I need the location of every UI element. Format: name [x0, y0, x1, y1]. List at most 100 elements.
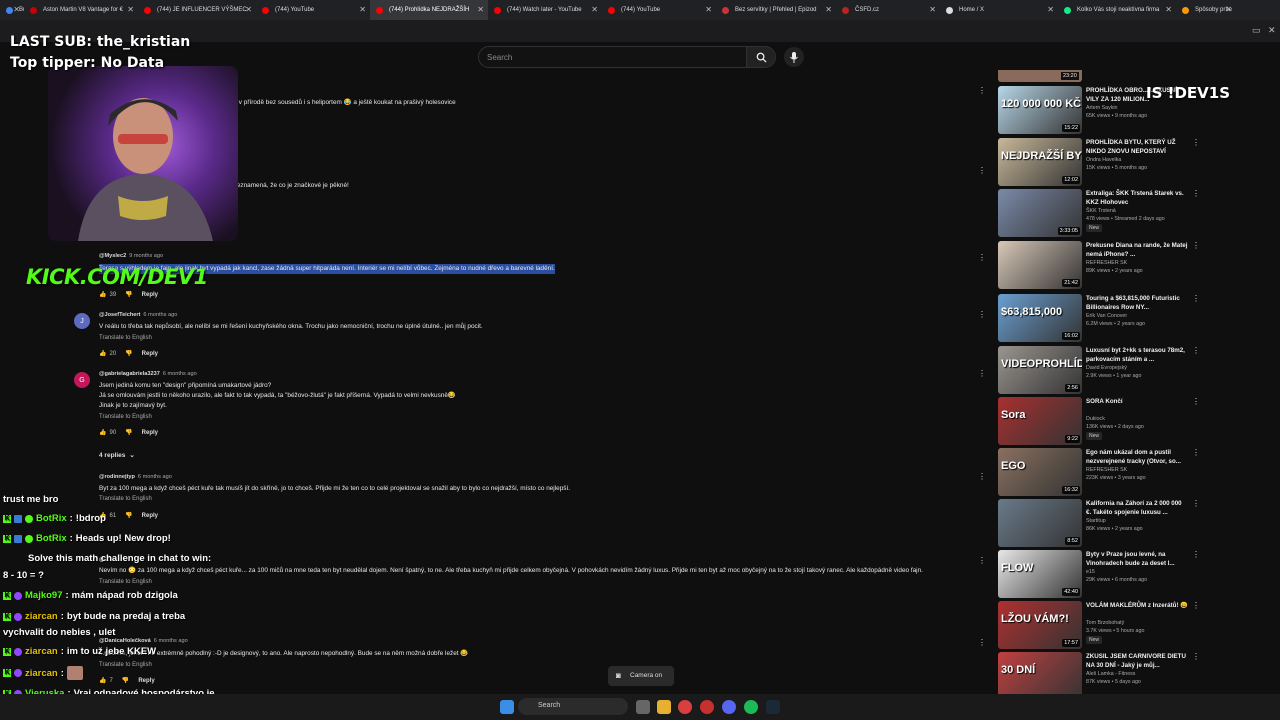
dislike-icon[interactable]: 👎	[122, 677, 129, 684]
recommended-video[interactable]: 8:52 Kalifornia na Záhorí za 2 000 000 €.…	[998, 499, 1208, 547]
channel-name[interactable]: REFRESHER SK	[1086, 467, 1127, 473]
tab-close-icon[interactable]: ✕	[705, 5, 712, 14]
replies-toggle[interactable]: 4 replies ⌄	[99, 451, 135, 459]
dislike-icon[interactable]: 👎	[125, 350, 132, 357]
video-thumbnail[interactable]: NEJDRAŽŠÍ BYT 12:02	[998, 138, 1082, 186]
video-title[interactable]: Extraliga: ŠKK Trstená Starek vs. KKZ Hl…	[1086, 189, 1188, 207]
tab-close-icon[interactable]: ✕	[591, 5, 598, 14]
comment-author-name[interactable]: @JosefTeichert	[99, 312, 140, 318]
more-options-icon[interactable]: ⋮	[978, 556, 986, 565]
tab-close-icon[interactable]: ✕	[1165, 5, 1172, 14]
comment-author[interactable]: @JosefTeichert 6 months ago	[99, 312, 177, 318]
browser-tab[interactable]: (744) YouTube ✕	[256, 0, 370, 20]
more-options-icon[interactable]: ⋮	[1192, 499, 1200, 508]
video-title[interactable]: PROHLÍDKA BYTU, KTERÝ UŽ NIKDO ZNOVU NEP…	[1086, 138, 1188, 156]
recommended-video[interactable]: $63,815,000 16:02 Touring a $63,815,000 Fu…	[998, 294, 1208, 342]
dislike-icon[interactable]: 👎	[125, 429, 132, 436]
more-options-icon[interactable]: ⋮	[1192, 448, 1200, 457]
channel-name[interactable]: Dukiock	[1086, 416, 1105, 422]
more-options-icon[interactable]: ⋮	[1192, 397, 1200, 406]
video-title[interactable]: Luxusní byt 2+kk s terasou 78m2, parkova…	[1086, 346, 1188, 364]
browser-tab[interactable]: Kolko Vás stojí neaktívna firma ✕	[1058, 0, 1176, 20]
browser-tab[interactable]: Buy✕	[0, 0, 24, 20]
video-title[interactable]: Byty v Praze jsou levné, na Vinohradech …	[1086, 550, 1188, 568]
chrome-icon[interactable]	[678, 700, 692, 714]
like-icon[interactable]: 👍	[99, 350, 106, 357]
more-options-icon[interactable]: ⋮	[978, 369, 986, 378]
video-title[interactable]: Ego nám ukázal dom a pustil nezverejnené…	[1086, 448, 1188, 466]
video-title[interactable]: Touring a $63,815,000 Futuristic Billion…	[1086, 294, 1188, 312]
more-options-icon[interactable]: ⋮	[978, 472, 986, 481]
discord-icon[interactable]	[722, 700, 736, 714]
comment-author-name[interactable]: @rodinnejtyp	[99, 474, 135, 480]
like-icon[interactable]: 👍	[99, 429, 106, 436]
video-title[interactable]: SORA Končí	[1086, 397, 1188, 406]
tab-close-icon[interactable]: ✕	[1225, 5, 1232, 14]
video-thumbnail[interactable]: VIDEOPROHLÍDKA 2:56	[998, 346, 1082, 394]
channel-name[interactable]: Startitup	[1086, 518, 1106, 524]
channel-name[interactable]: David Evropejský	[1086, 365, 1127, 371]
video-title[interactable]: Kalifornia na Záhorí za 2 000 000 €. Tak…	[1086, 499, 1188, 517]
reply-button[interactable]: Reply	[142, 430, 158, 436]
more-options-icon[interactable]: ⋮	[978, 253, 986, 262]
more-options-icon[interactable]: ⋮	[1192, 241, 1200, 250]
file-explorer-icon[interactable]	[657, 700, 671, 714]
voice-search-button[interactable]	[784, 47, 804, 67]
recommended-video[interactable]: 30 DNÍ ZKUSIL JSEM CARNIVORE DIETU NA 30 …	[998, 652, 1208, 700]
search-button[interactable]	[746, 46, 776, 68]
recommended-video[interactable]: LŽOU VÁM?! 17:57 VOLÁM MAKLÉRŮM z Inzerátů…	[998, 601, 1208, 649]
browser-tab[interactable]: Aston Martin V8 Vantage for € ✕	[24, 0, 138, 20]
video-thumbnail[interactable]: EGO 16:32	[998, 448, 1082, 496]
more-options-icon[interactable]: ⋮	[978, 166, 986, 175]
more-options-icon[interactable]: ⋮	[1192, 294, 1200, 303]
translate-link[interactable]: Translate to English	[99, 496, 152, 502]
channel-name[interactable]: Tom Brzobohatý	[1086, 620, 1124, 626]
spotify-icon[interactable]	[744, 700, 758, 714]
translate-link[interactable]: Translate to English	[99, 414, 152, 420]
search-input[interactable]: Search	[478, 46, 748, 68]
recommended-video[interactable]: EGO 16:32 Ego nám ukázal dom a pustil nezv…	[998, 448, 1208, 496]
video-thumbnail[interactable]: 30 DNÍ	[998, 652, 1082, 700]
recommended-video[interactable]: 3:33:05 Extraliga: ŠKK Trstená Starek vs.…	[998, 189, 1208, 237]
recommended-video[interactable]: NEJDRAŽŠÍ BYT 12:02 PROHLÍDKA BYTU, KTERÝ …	[998, 138, 1208, 186]
reply-button[interactable]: Reply	[142, 351, 158, 357]
comment-author-name[interactable]: @gabrielagabriela3237	[99, 371, 160, 377]
translate-link[interactable]: Translate to English	[99, 662, 152, 668]
more-options-icon[interactable]: ⋮	[978, 310, 986, 319]
reply-button[interactable]: Reply	[138, 678, 154, 684]
browser-tab[interactable]: ČSFD.cz ✕	[836, 0, 940, 20]
recommended-video[interactable]: VIDEOPROHLÍDKA 2:56 Luxusní byt 2+kk s ter…	[998, 346, 1208, 394]
channel-name[interactable]: e15	[1086, 569, 1095, 575]
recommended-video[interactable]: Sora 9:22 SORA Končí Dukiock 136K views • 2 …	[998, 397, 1208, 445]
tab-close-icon[interactable]: ✕	[13, 5, 20, 14]
comment-author[interactable]: @rodinnejtyp 6 months ago	[99, 474, 172, 480]
channel-name[interactable]: REFRESHER SK	[1086, 260, 1127, 266]
more-options-icon[interactable]: ⋮	[1192, 346, 1200, 355]
comment-author[interactable]: @DanicaHolečková 6 months ago	[99, 638, 188, 644]
channel-name[interactable]: Erik Van Conover	[1086, 313, 1127, 319]
browser-tab[interactable]: (744) Prohlídka NEJDRAŽŠÍH ✕	[370, 0, 488, 20]
video-thumbnail[interactable]: FLOW 42:40	[998, 550, 1082, 598]
tab-close-icon[interactable]: ✕	[1047, 5, 1054, 14]
channel-name[interactable]: Aleš Lamka - Fitness	[1086, 671, 1135, 677]
commenter-avatar[interactable]: J	[74, 313, 90, 329]
more-options-icon[interactable]: ⋮	[1192, 550, 1200, 559]
reply-button[interactable]: Reply	[142, 513, 158, 519]
tab-close-icon[interactable]: ✕	[825, 5, 832, 14]
recommended-video[interactable]: FLOW 42:40 Byty v Praze jsou levné, na Vin…	[998, 550, 1208, 598]
browser-tab[interactable]: (744) JE INFLUENCER VÝŠMEC ✕	[138, 0, 256, 20]
video-title[interactable]: Prekusne Diana na rande, že Matej nemá i…	[1086, 241, 1188, 259]
reply-button[interactable]: Reply	[142, 292, 158, 298]
video-thumbnail[interactable]: 21:42	[998, 241, 1082, 289]
recommended-video[interactable]: 21:42 Prekusne Diana na rande, že Matej n…	[998, 241, 1208, 289]
video-thumbnail[interactable]: 120 000 000 KČ 15:22	[998, 86, 1082, 134]
video-thumbnail[interactable]: LŽOU VÁM?! 17:57	[998, 601, 1082, 649]
video-title[interactable]: VOLÁM MAKLÉRŮM z Inzerátů! 😄	[1086, 601, 1188, 610]
tab-close-icon[interactable]: ✕	[929, 5, 936, 14]
browser-tab[interactable]: (744) Watch later - YouTube ✕	[488, 0, 602, 20]
commenter-avatar[interactable]: G	[74, 372, 90, 388]
video-thumbnail[interactable]: 3:33:05	[998, 189, 1082, 237]
taskbar-search[interactable]: Search	[518, 698, 628, 715]
translate-link[interactable]: Translate to English	[99, 335, 152, 341]
close-window-icon[interactable]: ✕	[1268, 25, 1276, 36]
